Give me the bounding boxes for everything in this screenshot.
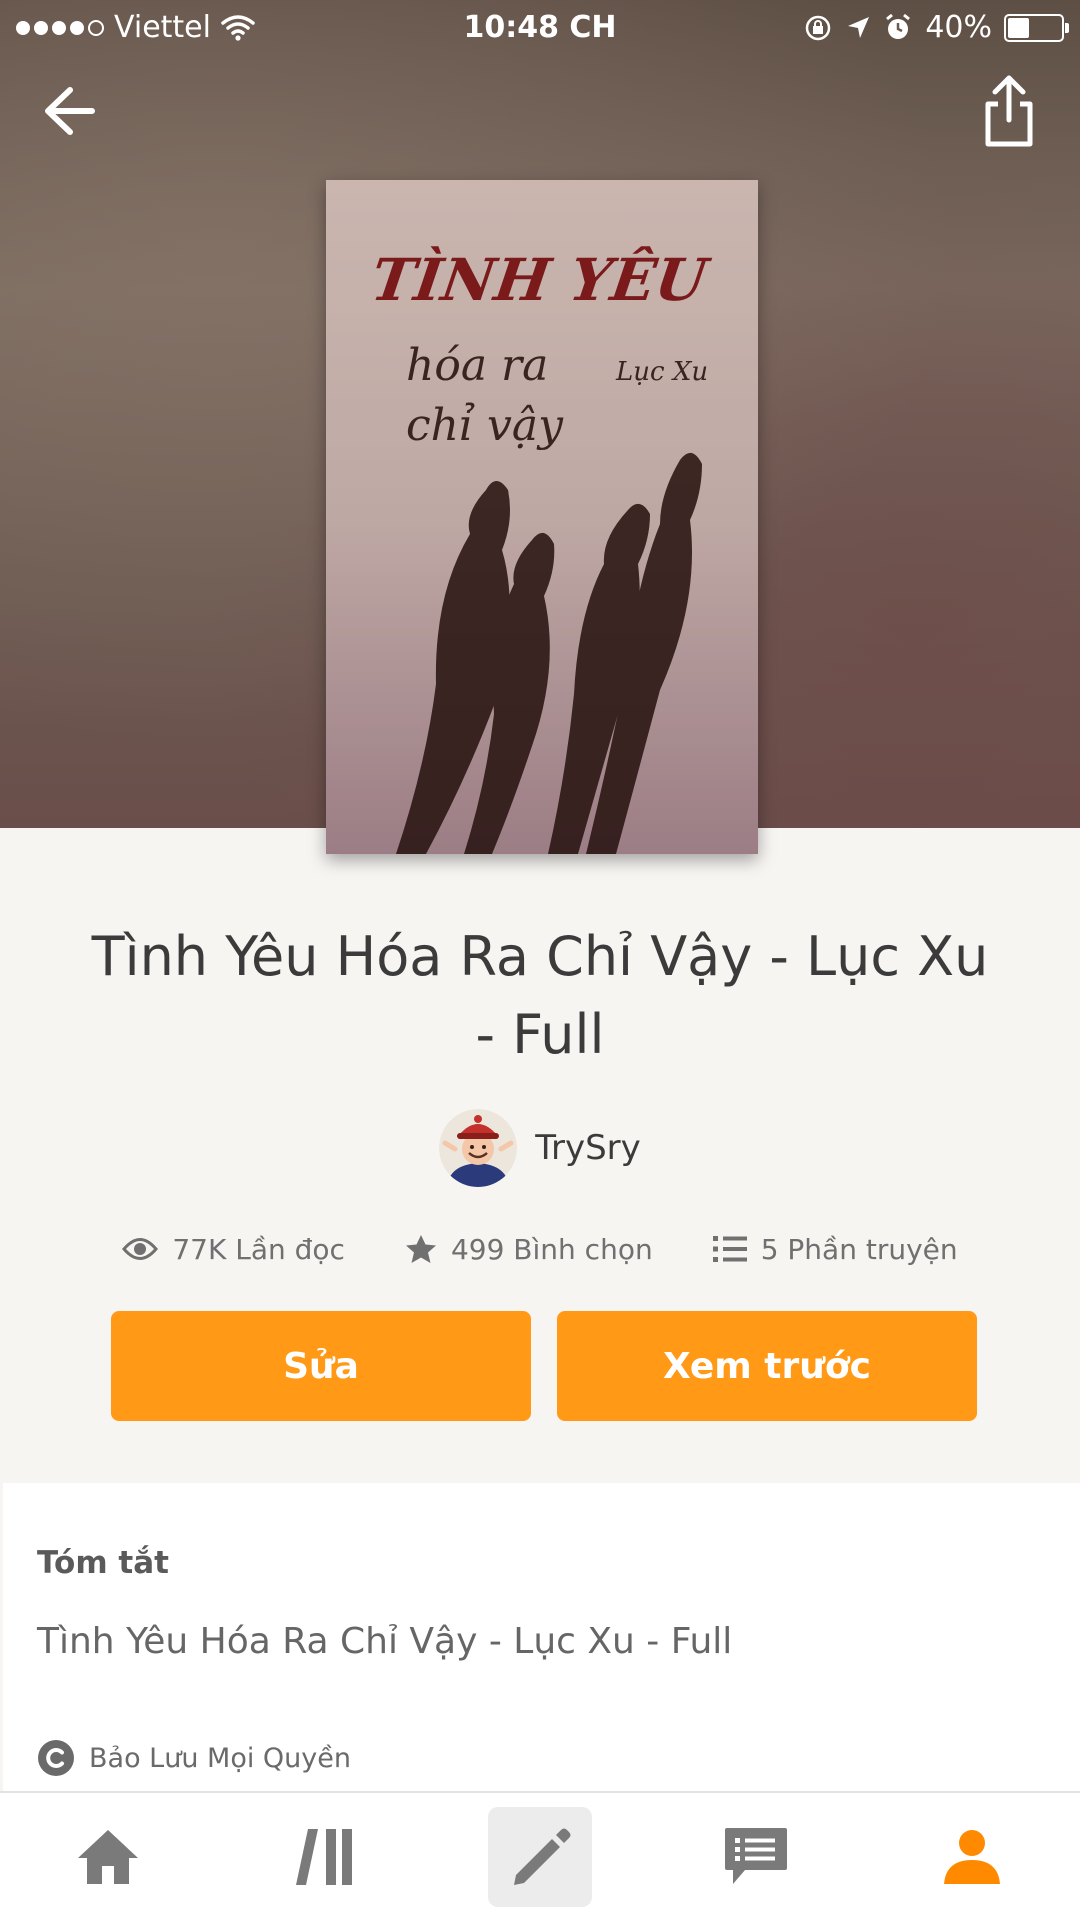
edit-button[interactable]: Sửa: [111, 1311, 531, 1421]
status-bar: Viettel 10:48 CH 40%: [0, 0, 1080, 56]
messages-icon: [725, 1828, 787, 1884]
arrow-left-icon: [45, 87, 95, 135]
avatar[interactable]: [439, 1109, 518, 1187]
home-icon: [78, 1830, 138, 1884]
story-title: Tình Yêu Hóa Ra Chỉ Vậy - Lục Xu - Full: [91, 925, 989, 1066]
votes-stat: 499 Bình chọn: [405, 1233, 653, 1266]
svg-text:Lục Xu: Lục Xu: [615, 357, 708, 387]
summary-heading: Tóm tắt: [37, 1545, 169, 1581]
rotation-lock-icon: [806, 15, 831, 40]
svg-text:hóa ra: hóa ra: [406, 340, 548, 391]
location-icon: [848, 16, 870, 38]
author-name[interactable]: TrySry: [535, 1128, 641, 1168]
tab-profile[interactable]: [920, 1807, 1024, 1907]
copyright-text: Bảo Lưu Mọi Quyền: [89, 1742, 351, 1774]
copyright-icon: [38, 1740, 74, 1776]
tab-home[interactable]: [56, 1807, 160, 1907]
reads-stat: 77K Lần đọc: [122, 1233, 345, 1266]
battery-percent: 40%: [925, 10, 992, 45]
back-button[interactable]: [36, 76, 106, 146]
alarm-icon: [886, 13, 911, 39]
list-icon: [712, 1236, 747, 1262]
bottom-tab-bar: [0, 1791, 1080, 1922]
story-cover-image[interactable]: TÌNH YÊU hóa ra Lục Xu chỉ vậy: [326, 180, 758, 854]
cover-artwork: TÌNH YÊU hóa ra Lục Xu chỉ vậy: [326, 180, 758, 854]
author-avatar-image: [439, 1109, 518, 1187]
summary-card: Tóm tắt Tình Yêu Hóa Ra Chỉ Vậy - Lục Xu…: [3, 1483, 1080, 1791]
profile-icon: [944, 1830, 1000, 1884]
tab-library[interactable]: [274, 1807, 378, 1907]
status-right: 40%: [803, 10, 1069, 45]
library-icon: [296, 1829, 352, 1885]
share-button[interactable]: [974, 72, 1044, 152]
battery-icon: [1004, 13, 1069, 42]
parts-stat: 5 Phần truyện: [712, 1232, 958, 1266]
action-buttons: Sửa Xem trước: [111, 1311, 977, 1421]
write-icon: [514, 1828, 571, 1885]
tab-write[interactable]: [488, 1807, 592, 1907]
star-icon: [405, 1235, 436, 1263]
summary-text: Tình Yêu Hóa Ra Chỉ Vậy - Lục Xu - Full: [37, 1621, 733, 1662]
eye-icon: [122, 1238, 159, 1260]
votes-count: 499 Bình chọn: [450, 1232, 653, 1266]
reads-count: 77K Lần đọc: [172, 1232, 345, 1266]
story-stats: 77K Lần đọc 499 Bình chọn 5 Phần truyện: [0, 1224, 1080, 1274]
tab-messages[interactable]: [704, 1807, 808, 1907]
preview-button[interactable]: Xem trước: [557, 1311, 977, 1421]
parts-count: 5 Phần truyện: [760, 1232, 958, 1266]
share-icon: [985, 75, 1033, 147]
author-row[interactable]: TrySry: [0, 1108, 1080, 1188]
copyright-row: Bảo Lưu Mọi Quyền: [37, 1739, 351, 1777]
svg-text:TÌNH YÊU: TÌNH YÊU: [367, 245, 714, 314]
svg-text:chỉ vậy: chỉ vậy: [406, 400, 564, 451]
